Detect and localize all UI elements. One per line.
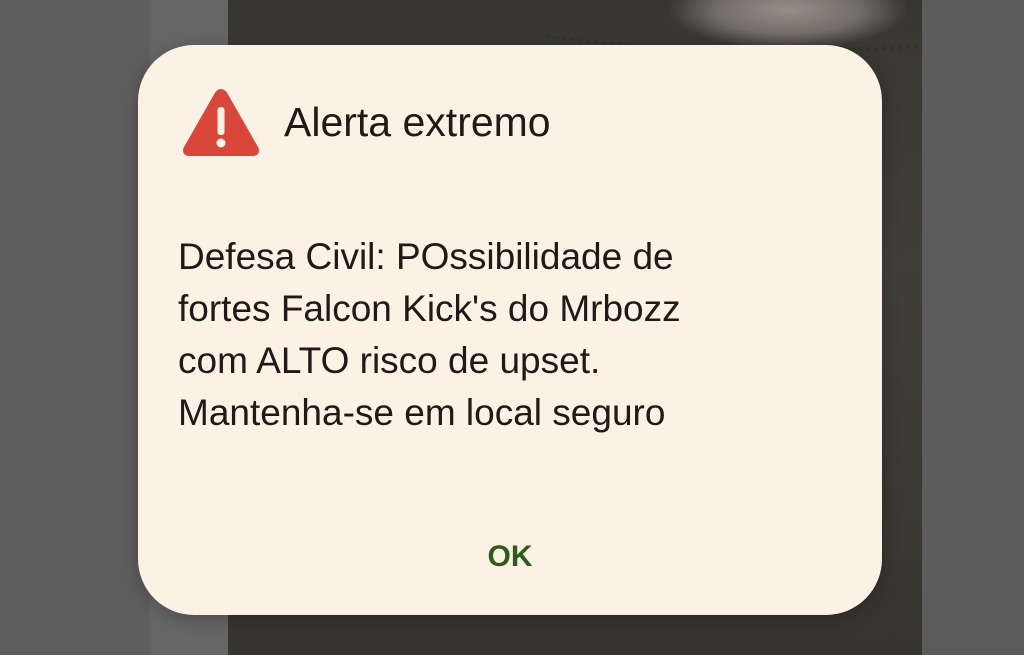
alert-message-line: com ALTO risco de upset. (178, 340, 601, 381)
dialog-header: Alerta extremo (180, 85, 551, 159)
dialog-title: Alerta extremo (284, 98, 551, 145)
emergency-alert-dialog: Alerta extremo Defesa Civil: POssibilida… (138, 45, 882, 615)
alert-message-line: fortes Falcon Kick's do Mrbozz (178, 288, 681, 329)
ok-button[interactable]: OK (468, 529, 552, 585)
alert-message-line: Defesa Civil: POssibilidade de (178, 236, 674, 277)
warning-triangle-icon (183, 89, 259, 156)
alert-message-line: Mantenha-se em local seguro (178, 392, 666, 433)
alert-message: Defesa Civil: POssibilidade de fortes Fa… (178, 231, 848, 439)
